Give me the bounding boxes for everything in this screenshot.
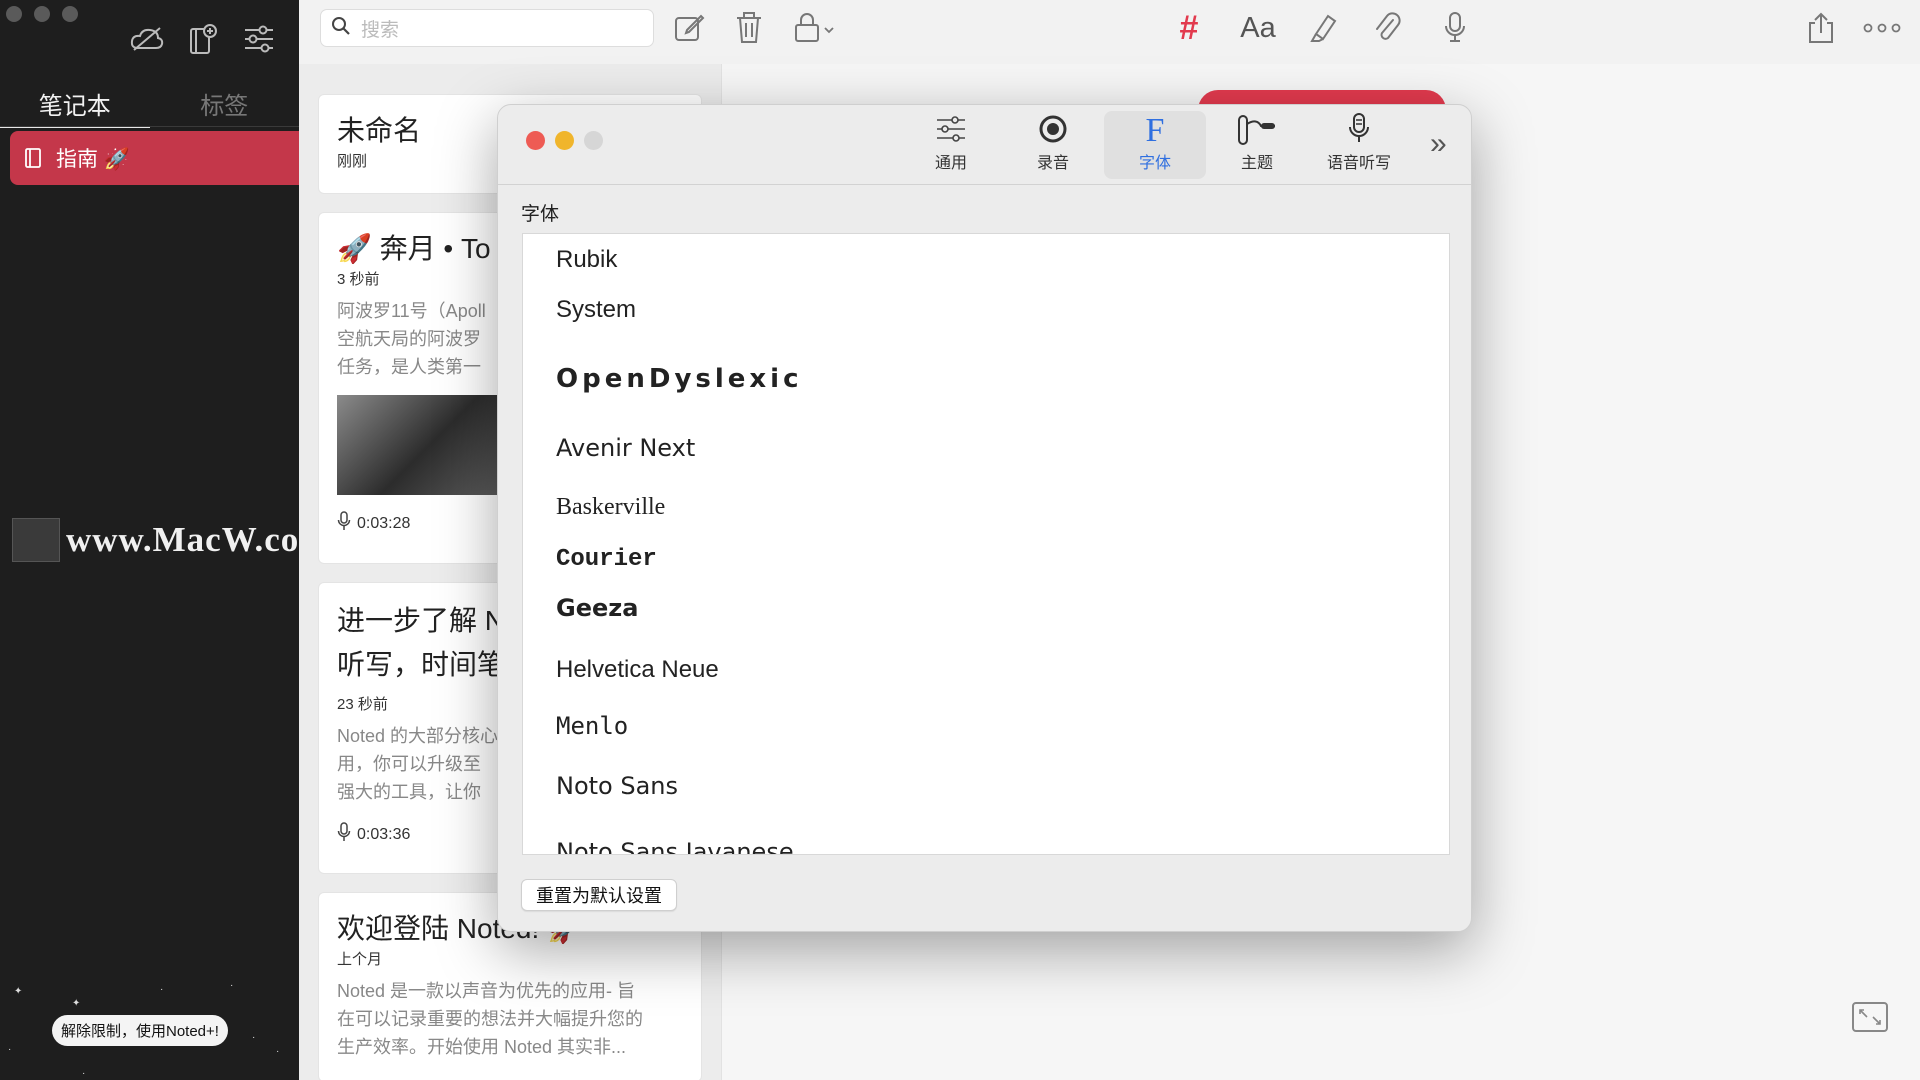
font-option[interactable]: System xyxy=(556,296,636,324)
search-icon xyxy=(331,16,351,41)
record-icon xyxy=(1038,111,1068,147)
sidebar-item-guide[interactable]: 指南 🚀 xyxy=(10,131,299,185)
dialog-close-button[interactable] xyxy=(526,131,545,150)
new-notebook-icon[interactable] xyxy=(186,22,220,56)
tab-label: 主题 xyxy=(1240,155,1273,172)
tab-tags[interactable]: 标签 xyxy=(150,82,300,128)
window-controls xyxy=(6,6,78,22)
lock-icon[interactable] xyxy=(792,8,840,48)
cloud-sync-off-icon[interactable] xyxy=(130,22,164,56)
font-icon: F xyxy=(1140,111,1170,147)
sidebar-settings-icon[interactable] xyxy=(242,22,276,56)
note-time: 上个月 xyxy=(337,951,383,969)
tab-notebooks[interactable]: 笔记本 xyxy=(0,82,150,128)
note-preview-line: Noted 是一款以声音为优先的应用- 旨 xyxy=(337,981,636,1002)
sidebar: 笔记本 标签 指南 🚀 www.MacW.com ✦ ✦ · · · · · ·… xyxy=(0,0,328,1080)
tab-font[interactable]: F 字体 xyxy=(1104,111,1206,179)
search-placeholder: 搜索 xyxy=(361,19,400,41)
close-window-button[interactable] xyxy=(6,6,22,22)
more-options-icon[interactable] xyxy=(1862,8,1902,48)
tag-icon[interactable]: # xyxy=(1172,8,1206,48)
note-preview: Noted 是一款以声音为优先的应用- 旨 在可以记录重要的想法并大幅提升您的 … xyxy=(337,977,683,1061)
watermark-text: www.MacW.com xyxy=(66,520,330,559)
font-option[interactable]: Rubik xyxy=(556,246,617,274)
font-option[interactable]: Menlo xyxy=(556,712,628,740)
attachment-icon[interactable] xyxy=(1370,8,1404,48)
tab-recording[interactable]: 录音 xyxy=(1002,111,1104,179)
audio-duration: 0:03:28 xyxy=(357,514,411,532)
watermark: www.MacW.com xyxy=(12,518,329,562)
sidebar-tabs: 笔记本 标签 xyxy=(0,82,299,128)
font-option[interactable]: Avenir Next xyxy=(556,434,695,462)
notebook-icon xyxy=(24,147,46,169)
reset-defaults-button[interactable]: 重置为默认设置 xyxy=(521,879,677,911)
microphone-icon[interactable] xyxy=(1438,8,1472,48)
tab-dictation[interactable]: 语音听写 xyxy=(1308,111,1410,179)
paint-roller-icon xyxy=(1237,111,1277,147)
sliders-icon xyxy=(936,111,966,147)
tab-label: 字体 xyxy=(1138,155,1171,172)
font-option[interactable]: OpenDyslexic xyxy=(556,364,803,394)
dialog-zoom-button[interactable] xyxy=(584,131,603,150)
preferences-tabs: 通用 录音 F 字体 主题 语音听写 xyxy=(900,111,1410,179)
font-list[interactable]: Rubik System OpenDyslexic Avenir Next Ba… xyxy=(522,233,1450,855)
share-icon[interactable] xyxy=(1804,8,1838,48)
svg-text:F: F xyxy=(1146,112,1165,147)
tab-label: 语音听写 xyxy=(1326,155,1391,172)
section-label: 字体 xyxy=(521,204,560,225)
note-preview-line: 在可以记录重要的想法并大幅提升您的 xyxy=(337,1009,643,1030)
font-option[interactable]: Baskerville xyxy=(556,494,665,521)
zoom-window-button[interactable] xyxy=(62,6,78,22)
note-preview-line: 生产效率。开始使用 Noted 其实非... xyxy=(337,1037,627,1058)
more-tabs-icon[interactable]: » xyxy=(1430,127,1447,161)
sidebar-item-label: 指南 🚀 xyxy=(56,148,130,171)
microphone-icon xyxy=(1346,111,1372,147)
dialog-window-controls xyxy=(526,131,603,150)
microphone-icon xyxy=(337,822,351,847)
font-option[interactable]: Helvetica Neue xyxy=(556,656,719,684)
font-option[interactable]: Noto Sans Javanese xyxy=(556,838,794,854)
search-field[interactable]: 搜索 xyxy=(320,9,654,47)
tab-label: 通用 xyxy=(934,155,967,172)
tab-general[interactable]: 通用 xyxy=(900,111,1002,179)
highlighter-icon[interactable] xyxy=(1306,8,1340,48)
compose-icon[interactable] xyxy=(672,8,706,48)
font-option[interactable]: Geeza xyxy=(556,594,638,622)
microphone-icon xyxy=(337,511,351,536)
dialog-minimize-button[interactable] xyxy=(555,131,574,150)
preferences-dialog: 通用 录音 F 字体 主题 语音听写 » 字体 Rubik System Ope… xyxy=(497,104,1472,932)
font-option[interactable]: Courier xyxy=(556,546,657,573)
tab-theme[interactable]: 主题 xyxy=(1206,111,1308,179)
note-thumbnail-image xyxy=(337,395,497,496)
font-option[interactable]: Noto Sans xyxy=(556,772,678,800)
tab-label: 录音 xyxy=(1036,155,1069,172)
trash-icon[interactable] xyxy=(732,8,766,48)
text-format-icon[interactable]: Aa xyxy=(1236,8,1280,48)
dialog-divider xyxy=(498,184,1471,185)
expand-icon[interactable] xyxy=(1852,1002,1888,1032)
minimize-window-button[interactable] xyxy=(34,6,50,22)
audio-duration: 0:03:36 xyxy=(357,825,411,843)
sidebar-tabs-divider xyxy=(0,126,299,127)
watermark-logo xyxy=(12,518,60,562)
sidebar-toolbar xyxy=(130,22,276,56)
upgrade-button[interactable]: 解除限制，使用Noted+! xyxy=(52,1015,228,1046)
